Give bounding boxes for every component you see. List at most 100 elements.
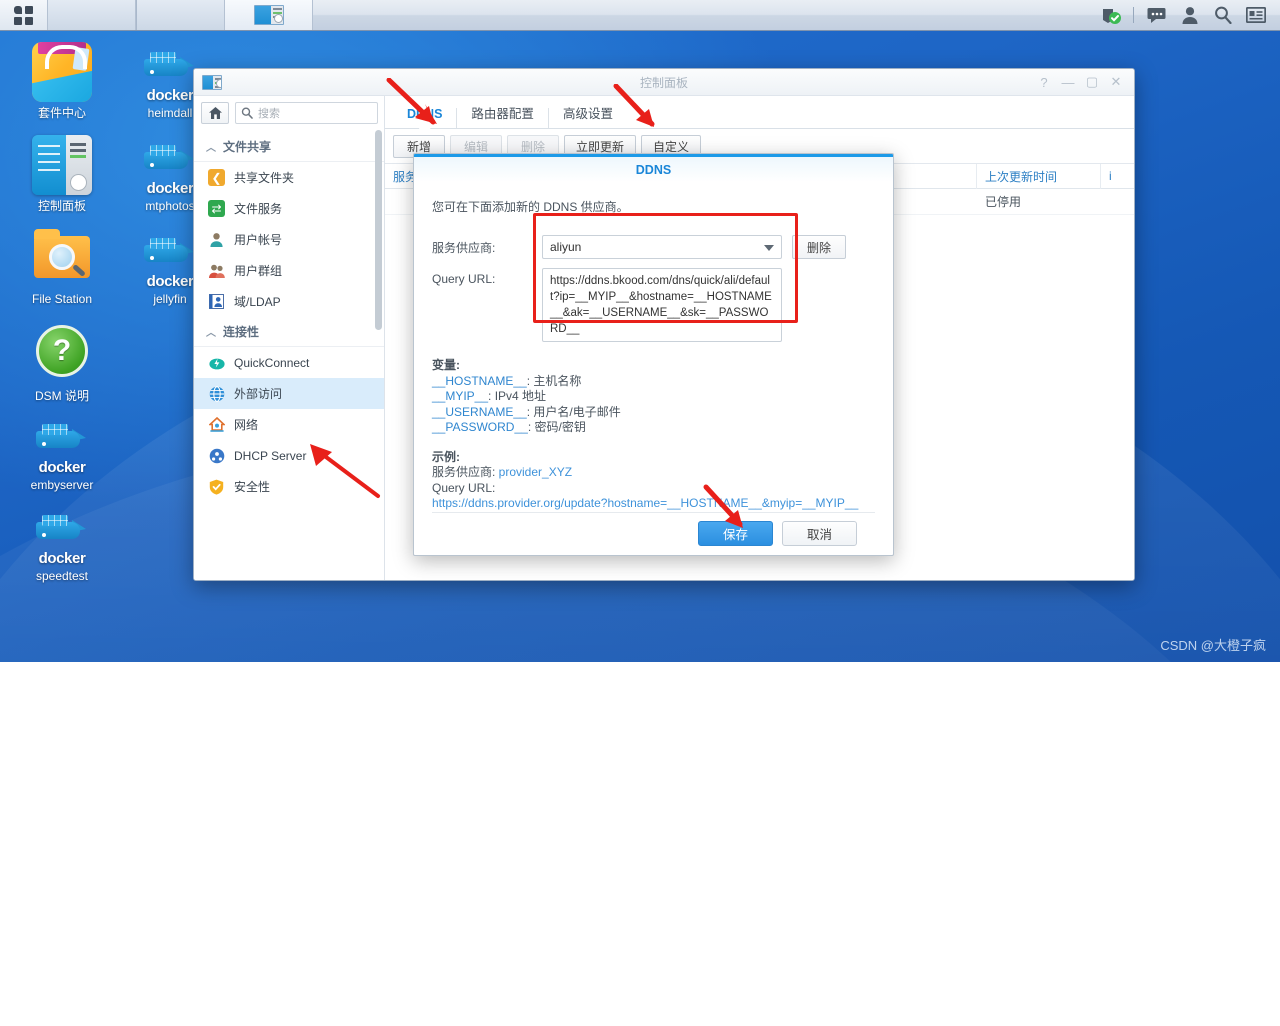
query-url-label: Query URL: — [432, 272, 496, 287]
sidebar-item-quickconnect[interactable]: QuickConnect — [194, 347, 384, 378]
cell-last-update: 已停用 — [985, 195, 1022, 209]
external-access-icon — [208, 385, 225, 402]
column-header-info[interactable]: i — [1101, 164, 1123, 189]
tab-advanced-settings[interactable]: 高级设置 — [549, 107, 627, 129]
desktop-icon-label: DSM 说明 — [34, 389, 89, 403]
variable-desc: : 用户名/电子邮件 — [526, 404, 621, 419]
sidebar-item-label: 域/LDAP — [234, 295, 281, 309]
search-icon — [241, 107, 253, 119]
column-header-last-update[interactable]: 上次更新时间 — [977, 163, 1101, 189]
tab-router-config[interactable]: 路由器配置 — [457, 107, 549, 128]
desktop-icon-file-station[interactable]: File Station — [14, 228, 110, 306]
sidebar-item-user-group[interactable]: 用户群组 — [194, 255, 384, 286]
query-url-input[interactable]: https://ddns.bkood.com/dns/quick/ali/def… — [542, 268, 782, 343]
search-placeholder: 搜索 — [258, 108, 280, 120]
desktop-icon-embyserver[interactable]: docker embyserver — [14, 414, 110, 492]
domain-ldap-icon — [208, 293, 225, 310]
desktop-icon-control-panel[interactable]: 控制面板 — [14, 135, 110, 213]
tab-bar: DDNS 路由器配置 高级设置 — [385, 96, 1134, 129]
desktop-icon-package-center[interactable]: 套件中心 — [14, 42, 110, 120]
docker-icon: docker — [140, 228, 200, 290]
example-provider-label: 服务供应商: — [432, 465, 499, 480]
control-panel-icon — [32, 135, 92, 195]
app-grid-button[interactable] — [0, 0, 48, 30]
ddns-dialog: DDNS 您可在下面添加新的 DDNS 供应商。 服务供应商: aliyun 删… — [413, 153, 894, 556]
delete-provider-button[interactable]: 删除 — [792, 235, 847, 260]
desktop-icon-label: File Station — [31, 292, 93, 306]
desktop-icon-speedtest[interactable]: docker speedtest — [14, 505, 110, 583]
sidebar-item-user-account[interactable]: 用户帐号 — [194, 224, 384, 255]
user-account-icon — [208, 231, 225, 248]
taskbar-item-control-panel[interactable] — [225, 0, 313, 30]
tab-ddns[interactable]: DDNS — [393, 107, 458, 128]
user-icon[interactable] — [1173, 0, 1206, 31]
save-button[interactable]: 保存 — [697, 521, 773, 547]
sidebar-item-security[interactable]: 安全性 — [194, 471, 384, 502]
sidebar-item-label: 安全性 — [234, 480, 271, 494]
network-icon — [208, 416, 225, 433]
variable-row: __HOSTNAME__: 主机名称 — [432, 374, 875, 390]
security-shield-icon — [208, 478, 225, 495]
provider-label: 服务供应商: — [432, 241, 496, 256]
sidebar-item-label: 外部访问 — [234, 387, 283, 401]
dsm-help-icon: ? — [32, 325, 92, 385]
chevron-up-icon: ︿ — [206, 328, 216, 339]
variables-block: 变量: __HOSTNAME__: 主机名称 __MYIP__: IPv4 地址… — [432, 358, 875, 436]
file-station-icon — [32, 228, 92, 288]
example-heading: 示例: — [432, 449, 460, 464]
taskbar-tray — [1094, 0, 1280, 30]
desktop-icon-label: embyserver — [30, 478, 94, 492]
notification-shield-icon[interactable] — [1094, 0, 1127, 31]
variable-row: __MYIP__: IPv4 地址 — [432, 389, 875, 405]
example-provider-row: 服务供应商: provider_XYZ — [432, 465, 875, 481]
sidebar-group-file-sharing[interactable]: ︿ 文件共享 — [194, 132, 384, 162]
taskbar-slot-empty[interactable] — [48, 0, 136, 30]
home-button[interactable] — [201, 102, 229, 124]
desktop-icon-label: 套件中心 — [37, 106, 86, 120]
dhcp-server-icon — [208, 447, 225, 464]
sidebar-item-dhcp-server[interactable]: DHCP Server — [194, 440, 384, 471]
provider-select-value: aliyun — [550, 240, 582, 255]
sidebar-item-file-service[interactable]: ⇄ 文件服务 — [194, 193, 384, 224]
desktop-icon-label: speedtest — [35, 569, 89, 583]
sidebar-list: ︿ 文件共享 ❮ 共享文件夹 ⇄ 文件服务 用户帐号 用户群组 域/LDAP ︿… — [194, 130, 384, 580]
watermark: CSDN @大橙子疯 — [1160, 638, 1266, 653]
chevron-up-icon: ︿ — [206, 143, 216, 154]
desktop-icon-dsm-help[interactable]: ? DSM 说明 — [14, 321, 110, 403]
provider-row: 服务供应商: aliyun 删除 — [432, 235, 875, 260]
widget-icon[interactable] — [1239, 0, 1272, 31]
package-center-icon — [32, 42, 92, 102]
taskbar-slot-empty-2[interactable] — [137, 0, 225, 30]
quickconnect-icon — [208, 354, 225, 371]
sidebar-group-label: 文件共享 — [223, 140, 272, 154]
chevron-down-icon — [764, 245, 774, 252]
sidebar-group-label: 连接性 — [223, 325, 260, 339]
variable-desc: : IPv4 地址 — [488, 389, 547, 404]
variable-key: __MYIP__ — [432, 389, 489, 404]
dialog-intro-text: 您可在下面添加新的 DDNS 供应商。 — [432, 200, 629, 215]
control-panel-sidebar: 搜索 ︿ 文件共享 ❮ 共享文件夹 ⇄ 文件服务 用户帐号 用户群组 域/LDA… — [194, 96, 385, 580]
sidebar-scrollbar[interactable] — [375, 130, 382, 330]
cancel-button[interactable]: 取消 — [781, 521, 857, 547]
sidebar-item-shared-folder[interactable]: ❮ 共享文件夹 — [194, 162, 384, 193]
sidebar-item-label: QuickConnect — [234, 355, 310, 370]
example-provider-value: provider_XYZ — [498, 465, 573, 480]
sidebar-item-label: 网络 — [234, 418, 259, 432]
sidebar-item-domain-ldap[interactable]: 域/LDAP — [194, 286, 384, 317]
sidebar-item-network[interactable]: 网络 — [194, 409, 384, 440]
sidebar-item-external-access[interactable]: 外部访问 — [194, 378, 384, 409]
shared-folder-icon: ❮ — [208, 169, 225, 186]
sidebar-group-connectivity[interactable]: ︿ 连接性 — [194, 317, 384, 347]
dialog-footer: 保存 取消 — [432, 511, 875, 555]
variable-row: __USERNAME__: 用户名/电子邮件 — [432, 405, 875, 421]
provider-select[interactable]: aliyun — [542, 235, 782, 260]
sidebar-item-label: 共享文件夹 — [234, 171, 295, 185]
taskbar — [0, 0, 1280, 31]
control-panel-icon — [253, 5, 284, 25]
variable-key: __HOSTNAME__ — [432, 373, 527, 388]
dialog-title: DDNS — [414, 157, 893, 183]
search-icon[interactable] — [1206, 0, 1239, 31]
variable-key: __PASSWORD__ — [432, 420, 528, 435]
chat-icon[interactable] — [1140, 0, 1173, 31]
search-input[interactable]: 搜索 — [235, 102, 378, 124]
